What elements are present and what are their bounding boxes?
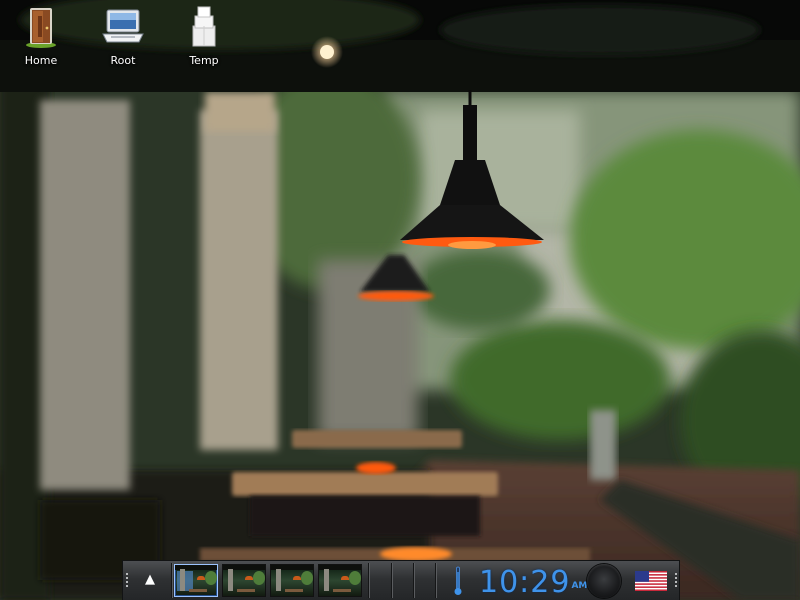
panel-separator	[435, 563, 437, 598]
panel-separator	[413, 563, 415, 598]
desktop-icon-home[interactable]: Home	[1, 4, 81, 70]
clock[interactable]: 10:29 AM	[479, 562, 587, 600]
desktop-icon-label: Root	[110, 54, 136, 67]
panel-separator	[171, 563, 173, 598]
desktop-wallpaper	[0, 0, 800, 600]
panel-separator	[368, 563, 370, 598]
clock-ampm: AM	[571, 581, 588, 591]
computer-icon	[102, 9, 144, 43]
bottom-panel: ▲ 10:29 AM	[122, 560, 680, 600]
thermometer-icon[interactable]	[453, 566, 463, 596]
desktop-icon-temp[interactable]: Temp	[164, 4, 244, 70]
desktop-icon-label: Temp	[189, 54, 219, 67]
volume-knob-icon[interactable]	[587, 564, 621, 598]
panel-drag-handle[interactable]	[126, 573, 128, 589]
workspace-switcher-4[interactable]	[318, 564, 362, 597]
desktop-icon-label: Home	[24, 54, 58, 67]
panel-drag-handle[interactable]	[675, 573, 677, 589]
workspace-switcher-1[interactable]	[174, 564, 218, 597]
chevron-up-icon: ▲	[145, 572, 155, 587]
workspace-switcher-2[interactable]	[222, 564, 266, 597]
show-menu-button[interactable]: ▲	[135, 564, 165, 596]
boxes-icon	[192, 6, 216, 47]
home-door-icon	[26, 8, 56, 48]
desktop-icon-root[interactable]: Root	[83, 4, 163, 70]
clock-time: 10:29	[479, 565, 571, 600]
panel-separator	[391, 563, 393, 598]
workspace-switcher-3[interactable]	[270, 564, 314, 597]
us-flag-icon[interactable]	[635, 571, 667, 591]
